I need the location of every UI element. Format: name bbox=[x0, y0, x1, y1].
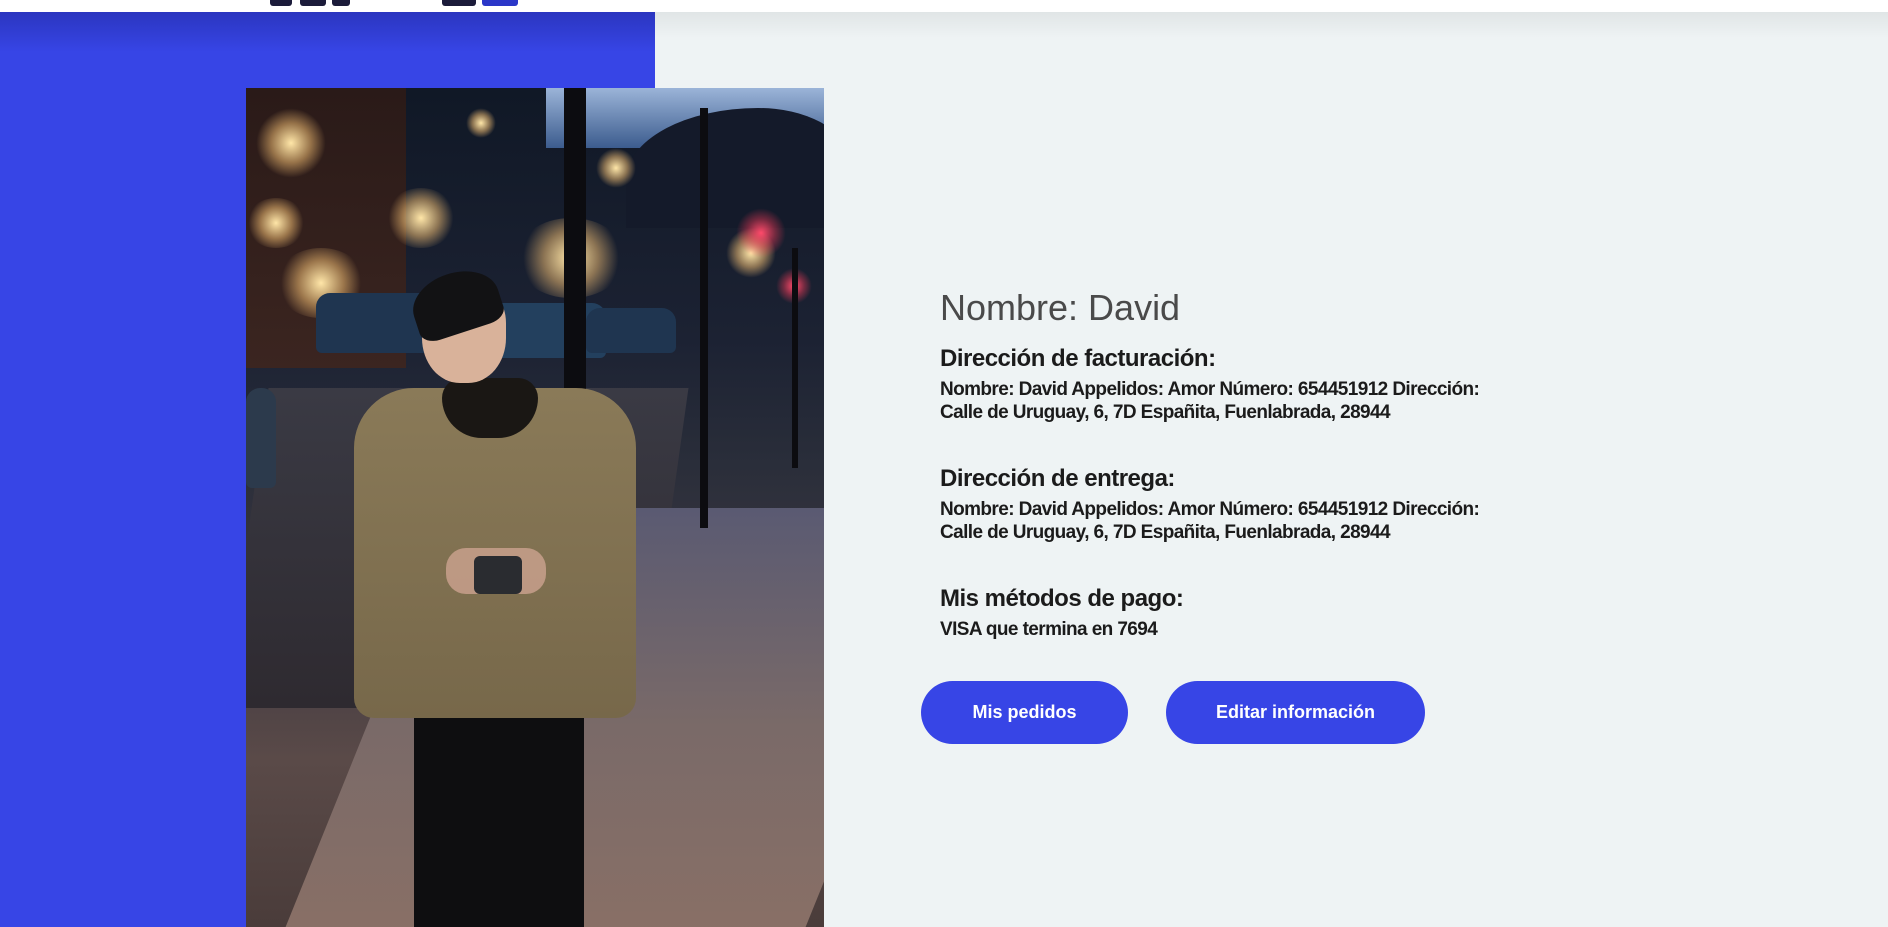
profile-photo bbox=[246, 88, 824, 927]
profile-actions: Mis pedidos Editar información bbox=[921, 681, 1425, 744]
profile-info: Nombre: David Dirección de facturación: … bbox=[940, 284, 1540, 641]
profile-page: Nombre: David Dirección de facturación: … bbox=[0, 0, 1888, 927]
shipping-address: Nombre: David Appelidos: Amor Número: 65… bbox=[940, 499, 1480, 543]
billing-heading: Dirección de facturación: bbox=[940, 345, 1216, 372]
payment-heading: Mis métodos de pago: bbox=[940, 585, 1184, 612]
my-orders-button[interactable]: Mis pedidos bbox=[921, 681, 1128, 744]
header-bar bbox=[0, 0, 1888, 12]
blue-panel-shade bbox=[0, 12, 655, 52]
shipping-heading: Dirección de entrega: bbox=[940, 465, 1175, 492]
payment-method: VISA que termina en 7694 bbox=[940, 619, 1158, 640]
edit-info-button[interactable]: Editar información bbox=[1166, 681, 1425, 744]
profile-name: Nombre: David bbox=[940, 287, 1181, 328]
site-logo[interactable] bbox=[262, 0, 548, 6]
camera-icon bbox=[474, 556, 522, 594]
billing-address: Nombre: David Appelidos: Amor Número: 65… bbox=[940, 379, 1480, 423]
